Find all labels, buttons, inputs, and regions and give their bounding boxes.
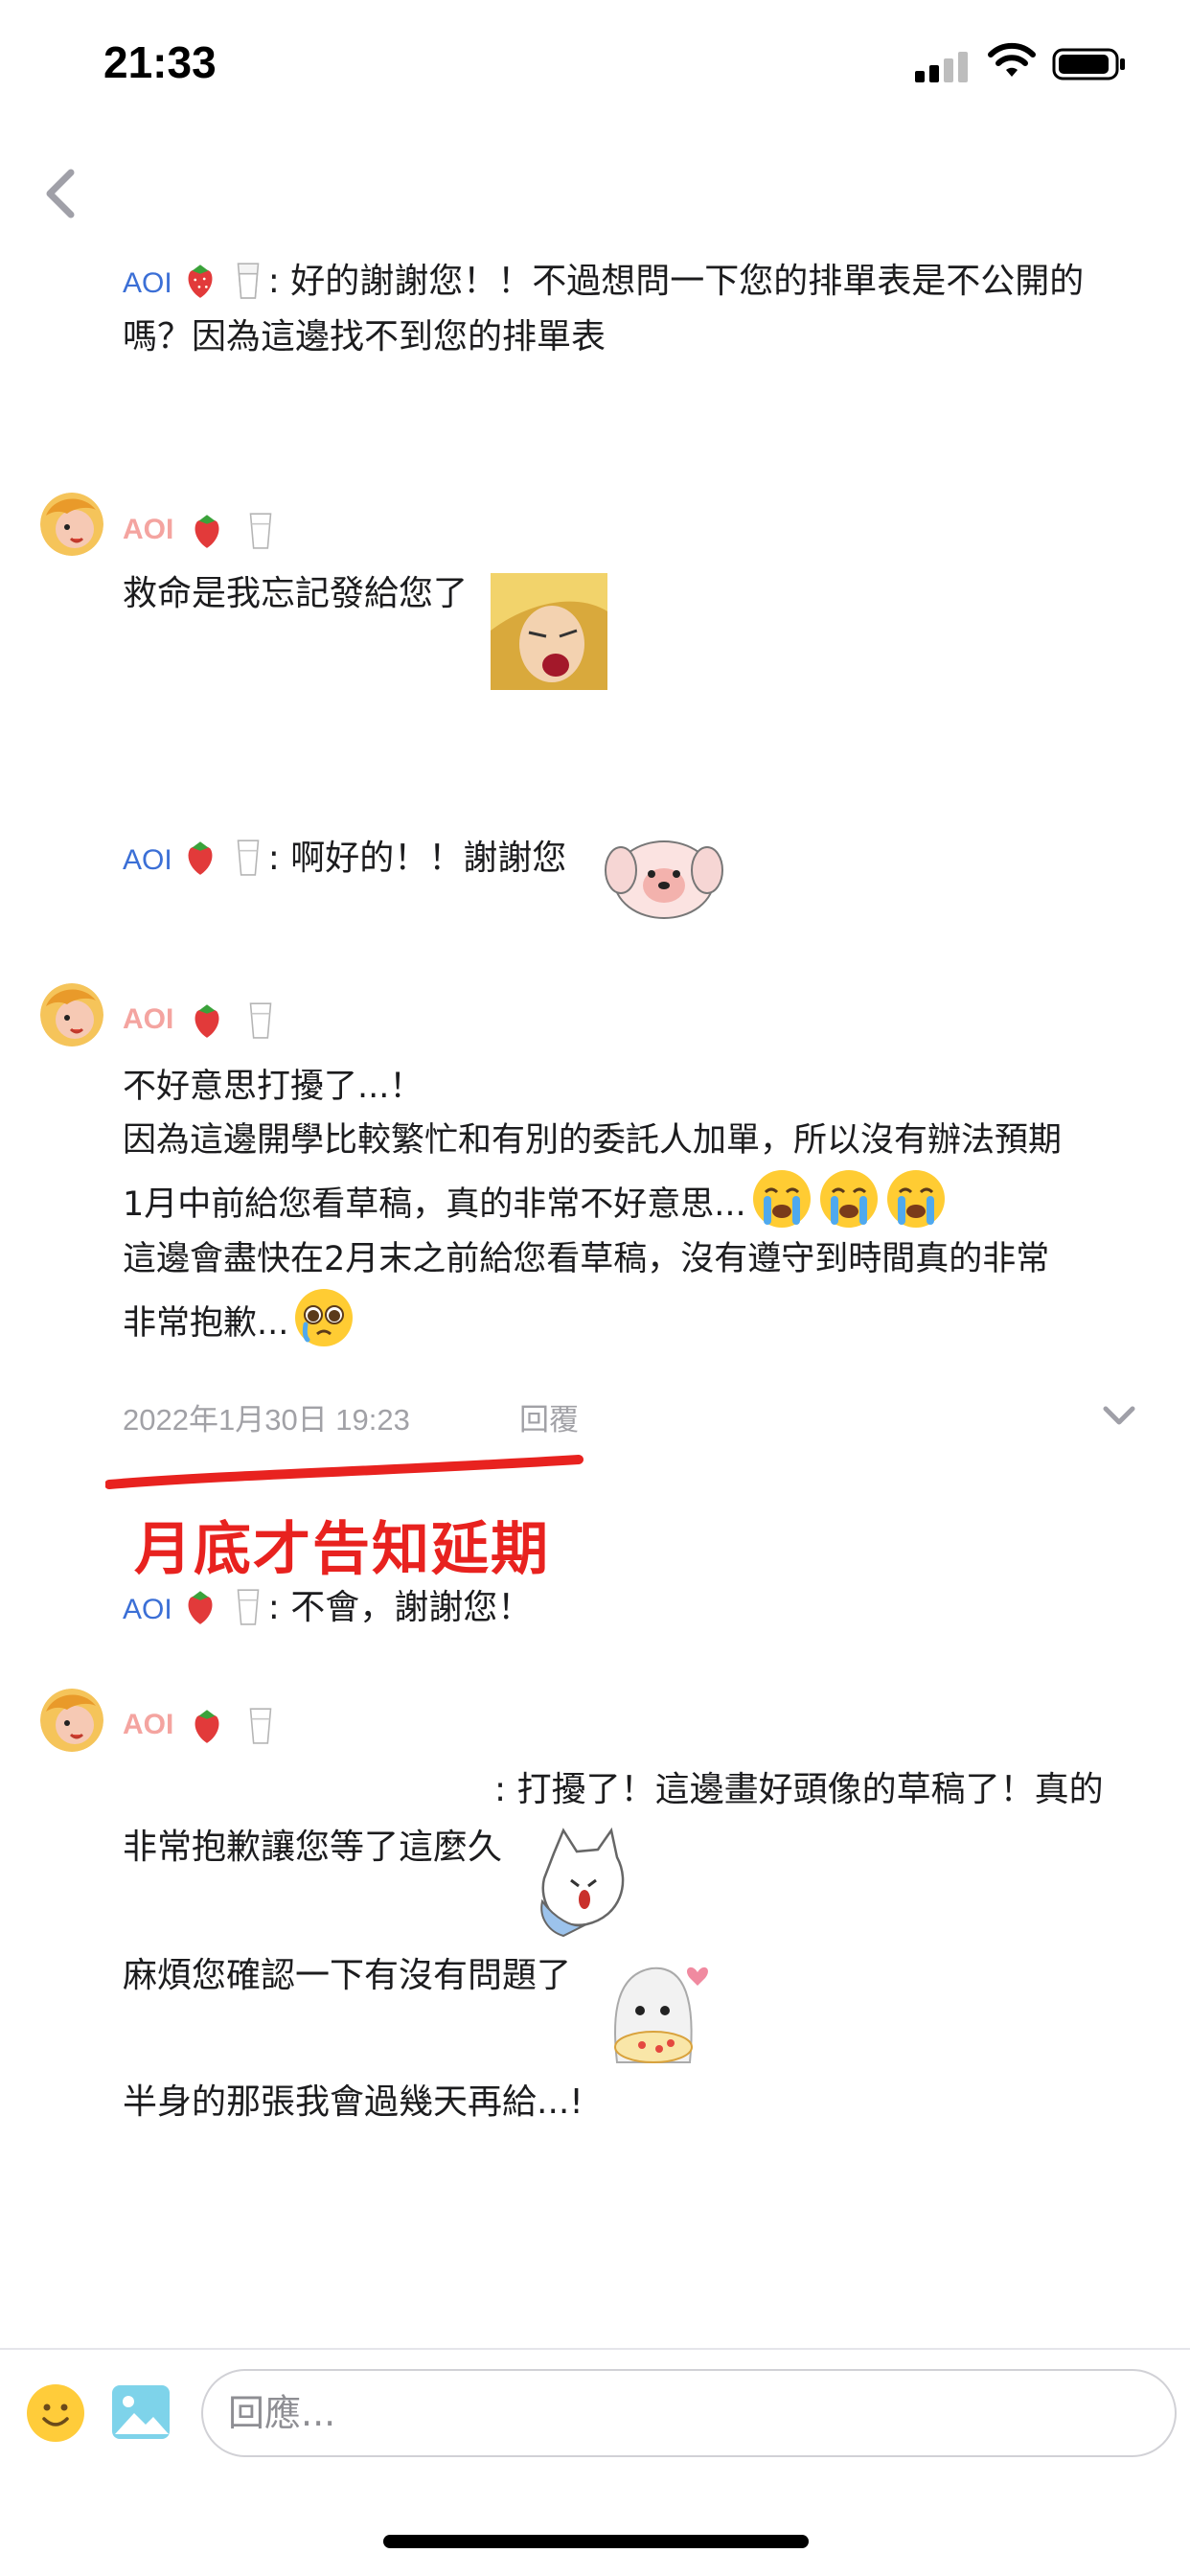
reply-button[interactable]: 回覆: [519, 1395, 579, 1438]
message-text: 救命是我忘記發給您了: [123, 574, 469, 613]
message-text: 非常抱歉讓您等了這麼久: [123, 1828, 503, 1867]
username[interactable]: AOI: [123, 267, 172, 299]
username[interactable]: AOI: [123, 514, 173, 546]
anime-sticker: [491, 573, 607, 690]
wifi-icon: [988, 42, 1036, 77]
red-underline-annotation: [105, 1455, 584, 1489]
milk-glass-icon: [249, 1708, 272, 1744]
avatar[interactable]: [40, 983, 103, 1046]
strawberry-icon: [195, 515, 219, 548]
home-indicator[interactable]: [383, 2535, 809, 2548]
message-header: AOI: [123, 1698, 281, 1752]
crying-face-icon: [819, 1170, 878, 1228]
message-text: : 好的謝謝您！！不過想問一下您的排單表是不公開的: [267, 262, 1085, 301]
message-text: 麻煩您確認一下有沒有問題了: [123, 1956, 572, 1995]
message-text: 因為這邊開學比較繁忙和有別的委託人加單，所以沒有辦法預期: [123, 1121, 1063, 1160]
image-icon[interactable]: [109, 2380, 172, 2444]
strawberry-icon: [195, 1004, 219, 1038]
username[interactable]: AOI: [123, 1003, 173, 1036]
milk-glass-icon: [249, 513, 272, 549]
strawberry-icon: [195, 1710, 219, 1743]
avatar[interactable]: [40, 1689, 103, 1752]
message-text: 這邊會盡快在2月末之前給您看草稿，沒有遵守到時間真的非常: [123, 1240, 1050, 1278]
ghost-pizza-sticker: [614, 1966, 708, 2063]
message-header: AOI: [123, 993, 281, 1046]
message-text: 1月中前給您看草稿，真的非常不好意思...: [123, 1185, 746, 1224]
message-text: : 打擾了！這邊畫好頭像的草稿了！真的: [494, 1770, 1104, 1809]
message-text: : 不會，謝謝您！: [267, 1588, 533, 1627]
reply-input[interactable]: [201, 2369, 1177, 2457]
annotation-text: 月底才告知延期: [134, 1516, 550, 1583]
reply-message-3: AOI : 啊好的！！謝謝您: [123, 832, 566, 887]
username[interactable]: AOI: [123, 844, 172, 876]
cat-sticker: [540, 1827, 625, 1938]
crying-face-icon: [886, 1170, 945, 1228]
username[interactable]: AOI: [123, 1709, 173, 1741]
strawberry-icon: [188, 264, 213, 298]
username[interactable]: AOI: [123, 1594, 172, 1625]
message-text: 嗎？因為這邊找不到您的排單表: [123, 317, 606, 356]
reply-message-1: AOI : 好的謝謝您！！不過想問一下您的排單表是不公開的 嗎？因為這邊找不到您的…: [123, 255, 1148, 364]
timestamp: 2022年1月30日 19:23: [123, 1403, 410, 1437]
milk-glass-icon: [237, 840, 260, 876]
message-body: 不好意思打擾了...！ 因為這邊開學比較繁忙和有別的委託人加單，所以沒有辦法預期…: [123, 1060, 1157, 1346]
pleading-face-icon: [295, 1289, 354, 1346]
dog-sticker: [605, 840, 723, 919]
reply-message-5: AOI : 不會，謝謝您！: [123, 1581, 532, 1637]
back-chevron-icon[interactable]: [38, 165, 84, 222]
crying-face-icon: [752, 1170, 811, 1228]
message-header: AOI: [123, 503, 281, 557]
milk-glass-icon: [237, 263, 260, 299]
strawberry-icon: [188, 1591, 213, 1624]
milk-glass-icon: [237, 1589, 260, 1625]
message-text: 不好意思打擾了...！: [123, 1068, 423, 1106]
smile-icon[interactable]: [25, 2382, 86, 2444]
message-text: : 啊好的！！謝謝您: [267, 839, 567, 878]
milk-glass-icon: [249, 1002, 272, 1039]
message-text: 非常抱歉...: [123, 1304, 289, 1343]
message-text: 半身的那張我會過幾天再給...!: [123, 2082, 584, 2122]
status-time: 21:33: [103, 37, 217, 87]
avatar[interactable]: [40, 493, 103, 556]
chevron-down-icon[interactable]: [1100, 1401, 1138, 1430]
strawberry-icon: [188, 841, 213, 875]
battery-icon: [1052, 48, 1125, 80]
signal-icon: [915, 50, 971, 82]
